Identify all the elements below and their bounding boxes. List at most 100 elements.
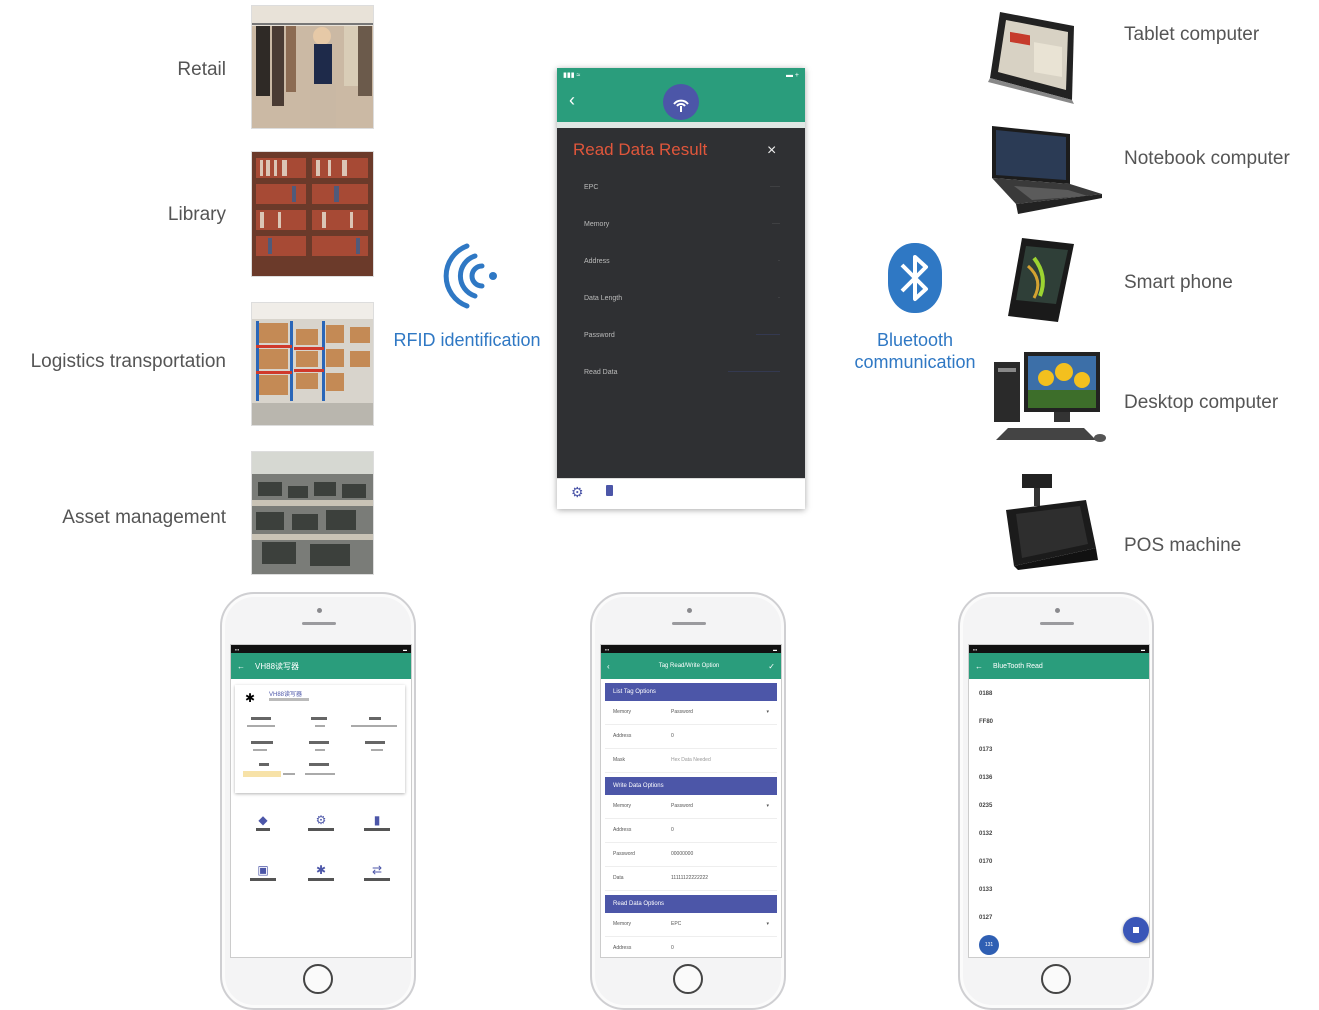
option-row[interactable]: Mask Hex Data Needed: [605, 749, 777, 773]
tag-list-item[interactable]: 0132: [979, 831, 992, 837]
result-value: ·····: [770, 184, 780, 190]
desktop-computer-image: [988, 350, 1108, 446]
gear-icon[interactable]: ⚙: [571, 484, 584, 501]
home-button[interactable]: [303, 964, 333, 994]
phone-bluetooth-read: ▪▪▪ ▬ ← BlueTooth Read 0188 FF80 0173 0136…: [958, 592, 1154, 1010]
tag-list-item[interactable]: 0235: [979, 803, 992, 809]
home-button[interactable]: [1041, 964, 1071, 994]
rfid-label: RFID identification: [393, 330, 541, 350]
close-icon[interactable]: ×: [767, 142, 776, 160]
dropdown-icon: ▾: [766, 803, 769, 809]
tablet-computer-image: [988, 4, 1088, 104]
check-icon[interactable]: ✓: [768, 662, 775, 671]
result-label: Password: [584, 332, 615, 339]
battery-icon: ▬ +: [785, 71, 799, 79]
tag-list-item[interactable]: 0136: [979, 775, 992, 781]
device-card[interactable]: ✱ VH88读写器: [235, 685, 405, 793]
app-title: BlueTooth Read: [993, 662, 1043, 670]
result-row-read-data: Read Data ··························: [584, 369, 780, 376]
back-arrow-icon[interactable]: ←: [975, 662, 983, 671]
retail-photo: [252, 6, 373, 128]
app-logo-icon: [663, 84, 699, 120]
result-row-password: Password ············: [584, 332, 780, 339]
back-arrow-icon[interactable]: ‹: [569, 90, 575, 111]
notebook-computer-image: [988, 124, 1106, 216]
option-label: Memory: [613, 921, 632, 927]
option-value: 00000000: [671, 851, 694, 857]
option-label: Address: [613, 733, 632, 739]
option-label: Address: [613, 945, 632, 951]
trash-icon[interactable]: [606, 485, 613, 496]
result-label: Memory: [584, 221, 610, 228]
dropdown-icon: ▾: [766, 921, 769, 927]
read-data-result-dialog: Read Data Result × EPC ····· Memory ···· A…: [557, 128, 805, 478]
menu-transfer-icon[interactable]: ⇄: [357, 863, 397, 883]
label-retail: Retail: [177, 59, 226, 80]
app-bar: ← VH88读写器: [231, 653, 411, 679]
result-label: Data Length: [584, 295, 623, 302]
label-smart-phone: Smart phone: [1124, 272, 1233, 293]
front-camera: [687, 608, 692, 613]
front-camera: [317, 608, 322, 613]
app-bar: ← BlueTooth Read: [969, 653, 1149, 679]
status-bar: ▪▪▪ ▬: [969, 645, 1149, 653]
option-value: 0: [671, 827, 674, 833]
phone-screen: ▪▪▪ ▬ ‹ Tag Read/Write Option ✓ List Tag Op…: [600, 644, 782, 958]
result-value: ············: [756, 332, 780, 338]
label-pos-machine: POS machine: [1124, 535, 1242, 556]
result-value: ·: [778, 258, 780, 264]
menu-bluetooth-icon[interactable]: ✱: [301, 863, 341, 883]
device-name: VH88读写器: [269, 692, 303, 698]
tag-list-item[interactable]: 0133: [979, 887, 992, 893]
label-library: Library: [167, 204, 226, 225]
menu-scan-icon[interactable]: ▣: [243, 863, 283, 883]
earpiece-speaker: [302, 622, 336, 625]
option-row[interactable]: Data 11111122222222: [605, 867, 777, 891]
smart-phone-image: [988, 236, 1088, 324]
option-value: 11111122222222: [671, 875, 709, 881]
option-row[interactable]: Address 0: [605, 937, 777, 957]
option-row[interactable]: Memory Password ▾: [605, 701, 777, 725]
option-value: 0: [671, 945, 674, 951]
asset-management-photo: [252, 452, 373, 574]
stop-icon: [1133, 927, 1139, 933]
result-row-epc: EPC ·····: [584, 184, 780, 191]
tag-list-item[interactable]: 0173: [979, 747, 992, 753]
app-bar: ‹ Tag Read/Write Option ✓: [601, 653, 781, 679]
label-desktop-computer: Desktop computer: [1124, 392, 1279, 413]
result-value: ··························: [728, 369, 780, 375]
option-row[interactable]: Address 0: [605, 819, 777, 843]
option-row[interactable]: Memory EPC ▾: [605, 913, 777, 937]
logistics-photo: [252, 303, 373, 425]
result-label: EPC: [584, 184, 599, 191]
home-button[interactable]: [673, 964, 703, 994]
back-arrow-icon[interactable]: ‹: [607, 662, 610, 671]
menu-file-icon[interactable]: ▮: [357, 813, 397, 833]
info-grid: [243, 717, 399, 781]
section-header: Read Data Options: [605, 895, 777, 913]
tag-list-item[interactable]: FF80: [979, 719, 993, 725]
back-arrow-icon[interactable]: ←: [237, 662, 245, 671]
pos-machine-image: [1000, 470, 1100, 570]
tag-list-item[interactable]: 0170: [979, 859, 992, 865]
option-row[interactable]: Memory Password ▾: [605, 795, 777, 819]
label-logistics: Logistics transportation: [30, 351, 226, 372]
option-value: 0: [671, 733, 674, 739]
result-value: ·: [778, 295, 780, 301]
signal-icon: ▮▮▮ ≈: [563, 72, 581, 79]
menu-tag-icon[interactable]: ◆: [243, 813, 283, 833]
option-row[interactable]: Address 0: [605, 725, 777, 749]
option-value: Password: [671, 803, 693, 809]
stop-fab-button[interactable]: [1123, 917, 1149, 943]
bluetooth-label-line1: Bluetooth: [876, 330, 954, 350]
menu-settings-icon[interactable]: ⚙: [301, 813, 341, 833]
reader-icon: ✱: [245, 691, 256, 705]
option-value: EPC: [671, 921, 682, 927]
tag-list-item[interactable]: 0127: [979, 915, 992, 921]
library-photo: [252, 152, 373, 276]
result-row-data-length: Data Length ·: [584, 295, 780, 302]
option-value: Password: [671, 709, 693, 715]
option-row[interactable]: Password 00000000: [605, 843, 777, 867]
tag-list-item[interactable]: 0188: [979, 691, 992, 697]
front-camera: [1055, 608, 1060, 613]
